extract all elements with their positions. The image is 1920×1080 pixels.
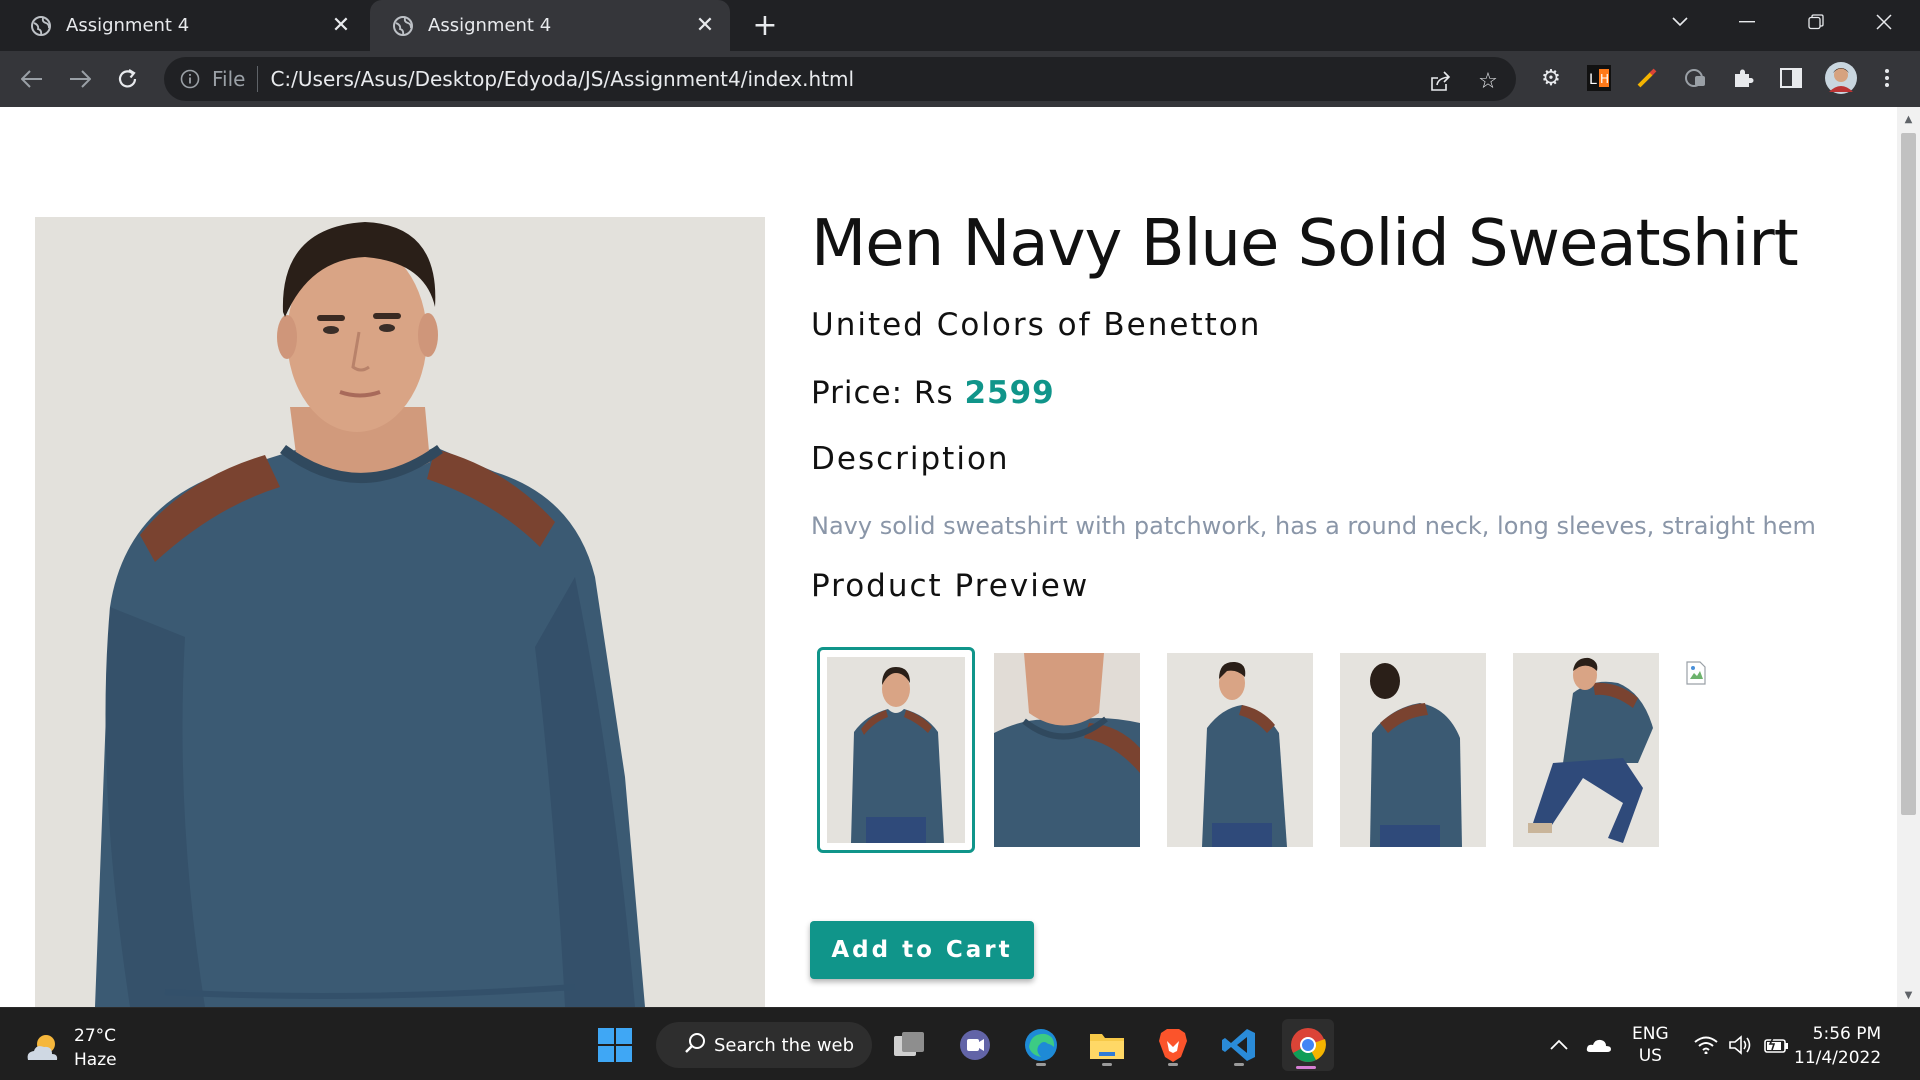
taskbar-search[interactable]: Search the web (656, 1022, 872, 1068)
volume-icon[interactable] (1728, 1008, 1752, 1080)
product-title: Men Navy Blue Solid Sweatshirt (811, 207, 1799, 281)
weather-temperature: 27°C (74, 1026, 117, 1046)
windows-taskbar: 27°C Haze Search the web ENG US 5:56 PM … (0, 1007, 1920, 1080)
battery-icon[interactable] (1764, 1008, 1790, 1080)
running-indicator (1234, 1063, 1244, 1066)
preview-heading: Product Preview (811, 568, 1090, 604)
chrome-browser-icon[interactable] (1282, 1019, 1334, 1071)
scrollbar-thumb[interactable] (1901, 133, 1916, 815)
reload-icon[interactable] (110, 61, 146, 97)
address-bar[interactable]: File C:/Users/Asus/Desktop/Edyoda/JS/Ass… (164, 57, 1516, 101)
tab-title: Assignment 4 (66, 15, 190, 36)
teams-chat-icon[interactable] (952, 1022, 998, 1068)
preview-thumbnail-1[interactable] (817, 647, 975, 853)
language-indicator[interactable]: ENG US (1632, 1008, 1669, 1080)
tab-strip: Assignment 4 ✕ Assignment 4 ✕ + (0, 0, 1920, 51)
address-divider (257, 66, 259, 92)
price-value: 2599 (964, 375, 1055, 411)
weather-description: Haze (74, 1050, 117, 1070)
show-hidden-icons-chevron[interactable] (1550, 1008, 1568, 1080)
broken-image-icon[interactable] (1686, 661, 1706, 685)
search-icon (684, 1032, 706, 1059)
windows-start-icon[interactable] (592, 1022, 638, 1068)
color-picker-extension-icon[interactable] (1632, 63, 1662, 93)
keyboard-region: US (1638, 1045, 1662, 1066)
share-icon[interactable] (1426, 67, 1454, 95)
description-heading: Description (811, 441, 1010, 477)
language-code: ENG (1632, 1023, 1669, 1044)
brave-browser-icon[interactable] (1150, 1022, 1196, 1068)
scheme-label: File (212, 67, 246, 91)
svg-text:L: L (1589, 72, 1597, 88)
preview-thumbnail-2[interactable] (994, 653, 1140, 847)
preview-thumbnail-5[interactable] (1513, 653, 1659, 847)
gear-extension-icon[interactable]: ⚙ (1536, 63, 1566, 93)
price-label: Price: Rs (811, 375, 965, 411)
url-text[interactable]: C:/Users/Asus/Desktop/Edyoda/JS/Assignme… (270, 67, 854, 91)
tab-search-chevron-icon[interactable] (1656, 0, 1704, 44)
svg-text:H: H (1600, 72, 1609, 86)
clock-time: 5:56 PM (1812, 1024, 1882, 1044)
close-tab-icon[interactable]: ✕ (690, 11, 720, 41)
running-indicator (1102, 1063, 1112, 1066)
puzzle-extensions-icon[interactable] (1728, 63, 1758, 93)
haze-weather-icon (27, 1035, 58, 1060)
page-scrollbar[interactable]: ▲ ▼ (1897, 107, 1920, 1007)
product-main-image (35, 217, 765, 1007)
running-indicator (1168, 1063, 1178, 1066)
tab-assignment-4-first[interactable]: Assignment 4 ✕ (8, 0, 366, 51)
running-indicator (1036, 1063, 1046, 1066)
edge-browser-icon[interactable] (1018, 1022, 1064, 1068)
translate-extension-icon[interactable] (1680, 63, 1710, 93)
tab-title: Assignment 4 (428, 15, 552, 36)
minimize-icon[interactable] (1723, 0, 1771, 44)
tab-assignment-4-active[interactable]: Assignment 4 ✕ (370, 0, 730, 51)
system-clock[interactable]: 5:56 PM 11/4/2022 (1794, 1022, 1881, 1070)
globe-icon (30, 15, 52, 37)
profile-avatar[interactable] (1824, 61, 1858, 95)
description-text: Navy solid sweatshirt with patchwork, ha… (811, 512, 1816, 540)
wifi-icon[interactable] (1694, 1008, 1718, 1080)
scroll-up-arrow-icon[interactable]: ▲ (1897, 109, 1920, 129)
vscode-icon[interactable] (1216, 1022, 1262, 1068)
scroll-down-arrow-icon[interactable]: ▼ (1897, 985, 1920, 1005)
new-tab-plus-icon[interactable]: + (748, 8, 782, 43)
site-info-icon[interactable] (178, 67, 202, 91)
add-to-cart-button[interactable]: Add to Cart (810, 921, 1034, 979)
preview-thumbnail-3[interactable] (1167, 653, 1313, 847)
active-indicator (1296, 1066, 1316, 1069)
back-arrow-icon[interactable] (14, 61, 50, 97)
lighthouse-extension-icon[interactable]: LH (1584, 63, 1614, 93)
onedrive-cloud-icon[interactable] (1586, 1008, 1612, 1080)
globe-icon (392, 15, 414, 37)
brand-name: United Colors of Benetton (811, 307, 1262, 343)
close-tab-icon[interactable]: ✕ (326, 11, 356, 41)
browser-toolbar: File C:/Users/Asus/Desktop/Edyoda/JS/Ass… (0, 51, 1920, 107)
task-view-icon[interactable] (886, 1022, 932, 1068)
preview-thumbnail-4[interactable] (1340, 653, 1486, 847)
clock-date: 11/4/2022 (1794, 1048, 1882, 1068)
search-label: Search the web (714, 1034, 855, 1056)
restore-icon[interactable] (1792, 0, 1840, 44)
kebab-menu-icon[interactable] (1872, 63, 1902, 93)
web-page: Men Navy Blue Solid Sweatshirt United Co… (0, 107, 1897, 1007)
forward-arrow-icon[interactable] (62, 61, 98, 97)
side-panel-icon[interactable] (1776, 63, 1806, 93)
weather-widget[interactable]: 27°C Haze (24, 1024, 117, 1072)
close-window-icon[interactable] (1860, 0, 1908, 44)
bookmark-star-icon[interactable]: ☆ (1474, 67, 1502, 95)
price-line: Price: Rs 2599 (811, 375, 1055, 411)
file-explorer-icon[interactable] (1084, 1022, 1130, 1068)
